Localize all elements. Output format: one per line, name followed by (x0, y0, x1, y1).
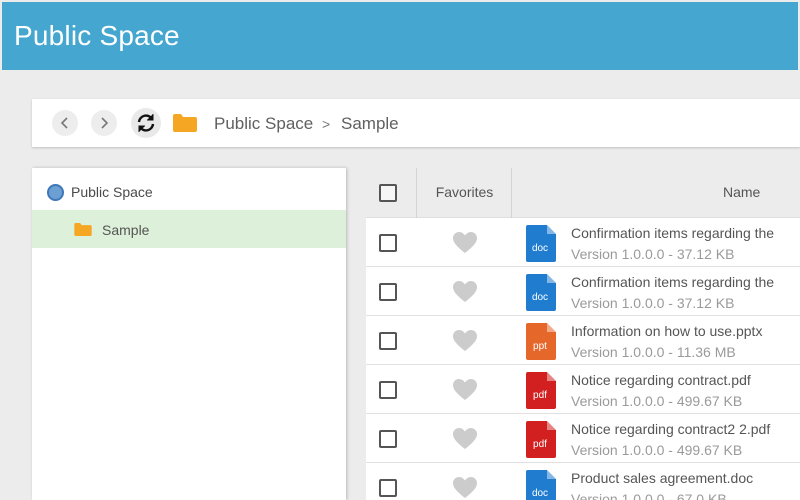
folder-icon (74, 223, 92, 241)
tree-item-label: Public Space (71, 184, 153, 200)
column-divider[interactable] (416, 168, 417, 218)
svg-text:doc: doc (532, 292, 548, 303)
svg-text:pdf: pdf (533, 390, 547, 401)
pdf-file-icon: pdf (526, 421, 556, 458)
back-button[interactable] (52, 110, 78, 136)
refresh-button[interactable] (131, 108, 161, 138)
favorite-heart-icon[interactable] (452, 329, 478, 358)
file-version-size: Version 1.0.0.0 - 499.67 KB (571, 393, 743, 409)
svg-text:ppt: ppt (533, 341, 547, 352)
column-divider[interactable] (511, 168, 512, 218)
file-version-size: Version 1.0.0.0 - 499.67 KB (571, 442, 743, 458)
doc-file-icon: doc (526, 225, 556, 262)
file-version-size: Version 1.0.0.0 - 37.12 KB (571, 295, 735, 311)
row-checkbox[interactable] (379, 381, 397, 399)
select-all-checkbox[interactable] (379, 184, 397, 202)
column-header-favorites[interactable]: Favorites (418, 184, 511, 200)
pdf-file-icon: pdf (526, 372, 556, 409)
globe-icon (47, 184, 64, 201)
grid-header: Favorites Name (366, 168, 800, 218)
favorite-heart-icon[interactable] (452, 476, 478, 500)
file-version-size: Version 1.0.0.0 - 67.0 KB (571, 491, 727, 500)
file-version-size: Version 1.0.0.0 - 37.12 KB (571, 246, 735, 262)
row-checkbox[interactable] (379, 283, 397, 301)
tree-item-sample[interactable]: Sample (32, 210, 346, 248)
app-header: Public Space (2, 2, 798, 70)
ppt-file-icon: ppt (526, 323, 556, 360)
file-row[interactable]: ppt Information on how to use.pptx Version… (366, 316, 800, 365)
svg-text:pdf: pdf (533, 439, 547, 450)
file-version-size: Version 1.0.0.0 - 11.36 MB (571, 344, 736, 360)
tree-item-label: Sample (102, 222, 150, 238)
row-checkbox[interactable] (379, 332, 397, 350)
row-checkbox[interactable] (379, 234, 397, 252)
file-name[interactable]: Information on how to use.pptx (571, 323, 762, 339)
refresh-icon (137, 114, 155, 132)
row-checkbox[interactable] (379, 479, 397, 497)
row-checkbox[interactable] (379, 430, 397, 448)
favorite-heart-icon[interactable] (452, 280, 478, 309)
folder-icon (173, 114, 197, 137)
breadcrumb-public-space[interactable]: Public Space (214, 114, 313, 134)
file-name[interactable]: Confirmation items regarding the (571, 225, 774, 241)
breadcrumb-sample[interactable]: Sample (341, 114, 399, 134)
svg-text:doc: doc (532, 243, 548, 254)
favorite-heart-icon[interactable] (452, 378, 478, 407)
svg-text:doc: doc (532, 488, 548, 499)
file-row[interactable]: pdf Notice regarding contract2 2.pdf Versi… (366, 414, 800, 463)
folder-tree: Public Space Sample (32, 168, 346, 500)
navigation-toolbar: Public Space > Sample (32, 99, 800, 147)
chevron-left-icon (60, 117, 68, 129)
file-grid: Favorites Name doc Confirmation items reg… (366, 168, 800, 500)
doc-file-icon: doc (526, 274, 556, 311)
file-name[interactable]: Notice regarding contract.pdf (571, 372, 751, 388)
forward-button[interactable] (91, 110, 117, 136)
favorite-heart-icon[interactable] (452, 427, 478, 456)
column-header-name[interactable]: Name (723, 184, 760, 200)
file-name[interactable]: Notice regarding contract2 2.pdf (571, 421, 770, 437)
chevron-right-icon (101, 117, 109, 129)
file-row[interactable]: doc Product sales agreement.doc Version 1.… (366, 463, 800, 500)
file-row[interactable]: doc Confirmation items regarding the Versi… (366, 267, 800, 316)
tree-item-public-space[interactable]: Public Space (32, 180, 346, 206)
file-row[interactable]: pdf Notice regarding contract.pdf Version … (366, 365, 800, 414)
app-title: Public Space (14, 20, 180, 51)
doc-file-icon: doc (526, 470, 556, 500)
breadcrumb-separator: > (322, 116, 331, 132)
file-row[interactable]: doc Confirmation items regarding the Versi… (366, 218, 800, 267)
favorite-heart-icon[interactable] (452, 231, 478, 260)
file-name[interactable]: Product sales agreement.doc (571, 470, 753, 486)
file-name[interactable]: Confirmation items regarding the (571, 274, 774, 290)
